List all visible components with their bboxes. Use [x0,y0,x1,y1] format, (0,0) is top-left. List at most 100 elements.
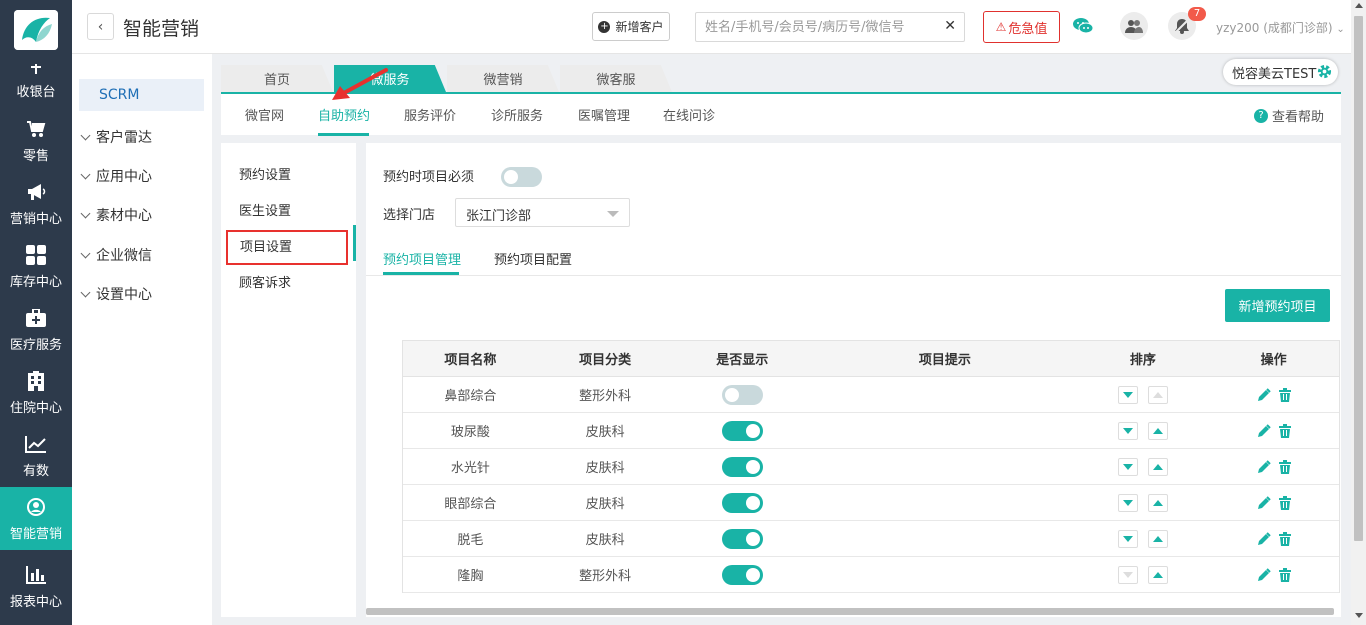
visibility-toggle[interactable] [721,420,763,441]
menu-item-customer-radar[interactable]: 客户雷达 [80,127,152,147]
arrow-up-icon [1152,427,1163,434]
store-value: 张江门诊部 [466,209,532,224]
nav-item-retail[interactable]: 零售 [0,109,72,172]
move-up-button[interactable] [1147,457,1168,476]
menu-item-wecom[interactable]: 企业微信 [80,245,152,265]
edit-icon[interactable] [1257,459,1271,474]
edit-icon[interactable] [1257,423,1271,438]
subnav-clinic-service[interactable]: 诊所服务 [491,105,543,124]
smart-marketing-icon [25,496,47,518]
tab-project-management[interactable]: 预约项目管理 [383,249,461,268]
sub-nav: 微官网 自助预约 服务评价 诊所服务 医嘱管理 在线问诊 ? 查看帮助 [221,92,1341,136]
settings-item-booking[interactable]: 预约设置 [239,164,291,183]
add-project-button[interactable]: 新增预约项目 [1225,289,1330,322]
move-down-button[interactable] [1117,565,1138,584]
delete-icon[interactable] [1278,495,1291,510]
visibility-toggle[interactable] [721,384,763,405]
move-up-button[interactable] [1147,385,1168,404]
scroll-thumb[interactable] [1354,16,1363,541]
toggle-knob [745,567,760,582]
building-icon [25,370,47,392]
help-link[interactable]: ? 查看帮助 [1254,106,1324,125]
tab-project-config[interactable]: 预约项目配置 [494,249,572,268]
move-down-button[interactable] [1117,493,1138,512]
visibility-toggle[interactable] [721,564,763,585]
visibility-toggle[interactable] [721,456,763,477]
subnav-service-review[interactable]: 服务评价 [404,105,456,124]
nav-item-reports[interactable]: 报表中心 [0,550,72,613]
settings-item-customer-demand[interactable]: 顾客诉求 [239,272,291,291]
back-button[interactable]: ‹ [87,13,114,40]
delete-icon[interactable] [1278,459,1291,474]
nav-item-cashier[interactable]: 收银台 [0,62,72,109]
user-menu[interactable]: yzy200 (成都门诊部) ⌄ [1216,19,1345,36]
critical-value-button[interactable]: ⚠ 危急值 [983,11,1060,43]
nav-item-inpatient[interactable]: 住院中心 [0,361,72,424]
move-up-button[interactable] [1147,493,1168,512]
arrow-up-icon [1152,571,1163,578]
page-scrollbar[interactable] [1351,0,1366,625]
settings-item-doctor[interactable]: 医生设置 [239,200,291,219]
nav-item-data[interactable]: 有数 [0,424,72,487]
nav-label: 库存中心 [9,274,62,290]
required-toggle[interactable] [501,167,542,187]
move-down-button[interactable] [1117,529,1138,548]
scroll-up-icon[interactable] [1355,3,1363,8]
chevron-down-icon [80,208,91,219]
move-down-button[interactable] [1117,385,1138,404]
move-up-button[interactable] [1147,421,1168,440]
move-up-button[interactable] [1147,565,1168,584]
menu-item-settings-center[interactable]: 设置中心 [80,284,152,304]
table-row: 玻尿酸 皮肤科 [403,413,1339,449]
edit-icon[interactable] [1257,531,1271,546]
clear-icon[interactable]: ✕ [944,18,956,34]
visibility-toggle[interactable] [721,492,763,513]
search-box: ✕ [695,12,965,42]
nav-item-marketing-center[interactable]: 营销中心 [0,172,72,235]
menu-item-app-center[interactable]: 应用中心 [80,166,152,186]
search-input[interactable] [696,13,932,41]
subnav-prescription[interactable]: 医嘱管理 [578,105,630,124]
menu-item-scrm[interactable]: SCRM [79,79,204,111]
store-select[interactable]: 张江门诊部 [455,198,630,227]
actions-cell [1208,485,1339,520]
subnav-micro-site[interactable]: 微官网 [245,105,284,124]
move-up-button[interactable] [1147,529,1168,548]
delete-icon[interactable] [1278,531,1291,546]
delete-icon[interactable] [1278,423,1291,438]
move-down-button[interactable] [1117,457,1138,476]
nav-label: 住院中心 [9,400,62,416]
horizontal-scrollbar[interactable] [366,608,1334,615]
project-name: 水光针 [450,461,490,476]
nav-label: 收银台 [16,85,56,100]
sort-cell [1078,377,1209,412]
tab-home[interactable]: 首页 [221,65,333,92]
nav-item-smart-marketing[interactable]: 智能营销 [0,487,72,550]
delete-icon[interactable] [1278,567,1291,582]
add-customer-button[interactable]: + 新增客户 [592,12,670,41]
delete-icon[interactable] [1278,387,1291,402]
subnav-self-booking[interactable]: 自助预约 [318,105,370,124]
brand-switch[interactable]: 悦容美云TEST [1223,59,1338,85]
nav-item-medical[interactable]: 医疗服务 [0,298,72,361]
gear-icon[interactable] [1317,64,1332,83]
tab-micro-customer-service[interactable]: 微客服 [560,65,672,92]
wechat-icon[interactable] [1073,17,1094,38]
secondary-menu: SCRM 客户雷达 应用中心 素材中心 企业微信 设置中心 [72,54,212,625]
tab-micro-marketing[interactable]: 微营销 [447,65,559,92]
col-header: 是否显示 [716,353,769,368]
arrow-down-icon [1122,571,1133,578]
scroll-down-icon[interactable] [1355,613,1363,618]
edit-icon[interactable] [1257,387,1271,402]
edit-icon[interactable] [1257,567,1271,582]
move-down-button[interactable] [1117,421,1138,440]
plus-circle-icon: + [598,20,611,33]
user-group-icon[interactable] [1120,12,1148,40]
menu-item-material-center[interactable]: 素材中心 [80,205,152,225]
edit-icon[interactable] [1257,495,1271,510]
nav-item-inventory[interactable]: 库存中心 [0,235,72,298]
visibility-toggle[interactable] [721,528,763,549]
cash-register-icon [25,62,47,76]
settings-item-project[interactable]: 项目设置 [226,230,348,265]
subnav-online-consult[interactable]: 在线问诊 [663,105,715,124]
